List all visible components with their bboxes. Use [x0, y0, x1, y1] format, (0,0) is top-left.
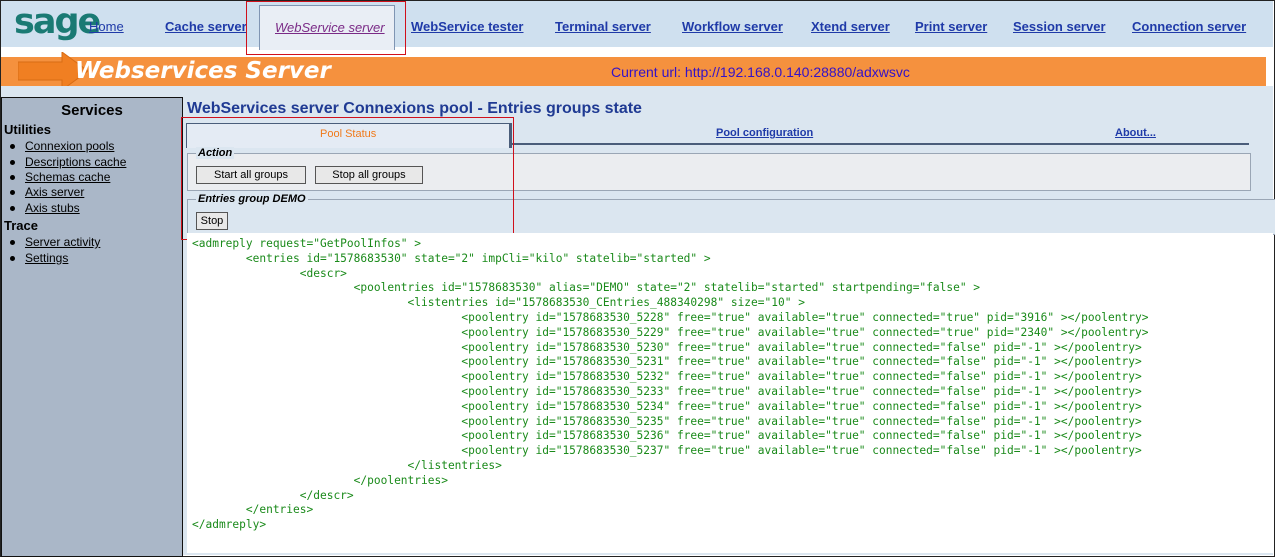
- nav-webservice-tester[interactable]: WebService tester: [411, 19, 524, 34]
- xml-line: <poolentry id="1578683530_5233" free="tr…: [192, 384, 1142, 398]
- xml-line: <poolentry id="1578683530_5231" free="tr…: [192, 355, 1142, 369]
- sage-logo: sage: [14, 2, 101, 42]
- xml-line: <admreply request="GetPoolInfos" >: [192, 237, 422, 250]
- xml-line: <poolentry id="1578683530_5236" free="tr…: [192, 429, 1142, 443]
- stop-group-button[interactable]: Stop: [196, 212, 228, 230]
- sidebar: Services Utilities Connexion pools Descr…: [1, 97, 183, 557]
- xml-line: </poolentries>: [192, 473, 448, 487]
- start-all-groups-button[interactable]: Start all groups: [196, 166, 306, 184]
- action-legend: Action: [196, 147, 235, 159]
- stop-all-groups-button[interactable]: Stop all groups: [315, 166, 423, 184]
- entries-group-fieldset: [187, 199, 1275, 235]
- bullet-icon: [10, 240, 15, 245]
- bullet-icon: [10, 144, 15, 149]
- banner-title: Webservices Server: [75, 58, 331, 84]
- tab-about[interactable]: About...: [1115, 127, 1156, 139]
- xml-line: <poolentry id="1578683530_5237" free="tr…: [192, 444, 1142, 458]
- tab-pool-status-label[interactable]: Pool Status: [320, 128, 376, 140]
- nav-xtend-server[interactable]: Xtend server: [811, 19, 890, 34]
- bullet-icon: [10, 206, 15, 211]
- xml-line: </descr>: [192, 488, 354, 502]
- sidebar-item-axis-stubs[interactable]: Axis stubs: [25, 201, 80, 215]
- bullet-icon: [10, 175, 15, 180]
- xml-line: <poolentries id="1578683530" alias="DEMO…: [192, 281, 981, 295]
- tab-pool-configuration[interactable]: Pool configuration: [716, 127, 813, 139]
- header-spacer: [1, 86, 1273, 97]
- xml-line: <poolentry id="1578683530_5235" free="tr…: [192, 414, 1142, 428]
- sidebar-item-connexion-pools[interactable]: Connexion pools: [25, 139, 114, 153]
- bullet-icon: [10, 160, 15, 165]
- nav-print-server[interactable]: Print server: [915, 19, 987, 34]
- sidebar-item-settings[interactable]: Settings: [25, 251, 68, 265]
- page-title: WebServices server Connexions pool - Ent…: [187, 100, 642, 117]
- xml-line: <descr>: [192, 266, 347, 280]
- sidebar-item-descriptions-cache[interactable]: Descriptions cache: [25, 155, 126, 169]
- xml-line: <poolentry id="1578683530_5230" free="tr…: [192, 340, 1142, 354]
- xml-line: <poolentry id="1578683530_5232" free="tr…: [192, 370, 1142, 384]
- entries-group-legend: Entries group DEMO: [196, 193, 308, 205]
- sidebar-section-trace: Trace: [4, 218, 38, 233]
- sidebar-title: Services: [61, 102, 123, 119]
- xml-line: </entries>: [192, 503, 314, 517]
- sidebar-item-schemas-cache[interactable]: Schemas cache: [25, 170, 110, 184]
- xml-line: <poolentry id="1578683530_5228" free="tr…: [192, 310, 1149, 324]
- nav-session-server[interactable]: Session server: [1013, 19, 1106, 34]
- current-url: Current url: http://192.168.0.140:28880/…: [611, 64, 910, 80]
- xml-text: <admreply request="GetPoolInfos" > <entr…: [192, 237, 1148, 533]
- nav-terminal-server[interactable]: Terminal server: [555, 19, 651, 34]
- sidebar-item-axis-server[interactable]: Axis server: [25, 185, 84, 199]
- xml-line: </admreply>: [192, 518, 267, 532]
- xml-line: </listentries>: [192, 458, 502, 472]
- nav-cache-server[interactable]: Cache server: [165, 19, 247, 34]
- nav-webservice-server[interactable]: WebService server: [275, 20, 385, 35]
- bullet-icon: [10, 190, 15, 195]
- tab-bar-line: [509, 143, 1249, 145]
- xml-line: <poolentry id="1578683530_5234" free="tr…: [192, 399, 1142, 413]
- sidebar-section-utilities: Utilities: [4, 122, 51, 137]
- xml-output: <admreply request="GetPoolInfos" > <entr…: [187, 233, 1273, 553]
- xml-line: <listentries id="1578683530_CEntries_488…: [192, 296, 805, 310]
- nav-home[interactable]: Home: [89, 19, 124, 34]
- bullet-icon: [10, 256, 15, 261]
- nav-workflow-server[interactable]: Workflow server: [682, 19, 783, 34]
- xml-line: <poolentry id="1578683530_5229" free="tr…: [192, 325, 1149, 339]
- sidebar-item-server-activity[interactable]: Server activity: [25, 235, 100, 249]
- xml-line: <entries id="1578683530" state="2" impCl…: [192, 251, 711, 265]
- nav-connection-server[interactable]: Connection server: [1132, 19, 1246, 34]
